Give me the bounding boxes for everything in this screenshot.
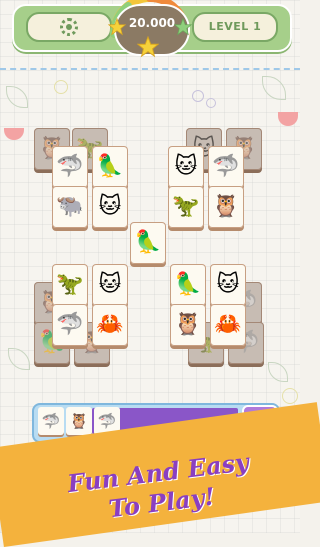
shark-icon: 🦈 xyxy=(97,412,117,430)
tile-8[interactable]: 🐱 xyxy=(168,146,204,188)
owl-icon: 🦉 xyxy=(212,194,240,219)
tile-18[interactable]: 🐱 xyxy=(210,264,246,306)
shark-icon: 🦈 xyxy=(212,154,240,179)
crab-icon: 🦀 xyxy=(214,312,242,337)
tray-slot-2[interactable]: 🦉 xyxy=(66,407,92,435)
tray-slot-1[interactable]: 🦈 xyxy=(38,407,64,435)
tile-12[interactable]: 🦜 xyxy=(130,222,166,264)
tile-16[interactable]: 🦀 xyxy=(92,304,128,346)
tile-2[interactable]: 🦈 xyxy=(52,146,88,188)
lemon-decoration xyxy=(282,388,298,404)
yak-icon: 🐃 xyxy=(56,194,84,219)
tile-11[interactable]: 🦉 xyxy=(208,186,244,228)
tile-9[interactable]: 🦈 xyxy=(208,146,244,188)
parrot-icon: 🦜 xyxy=(174,272,202,297)
level-indicator: LEVEL 1 xyxy=(192,12,278,42)
star-icon xyxy=(108,18,126,36)
lemon-decoration xyxy=(54,80,68,94)
crab-icon: 🦀 xyxy=(96,312,124,337)
tile-17[interactable]: 🦜 xyxy=(170,264,206,306)
cat-icon: 🐱 xyxy=(216,272,240,297)
tile-13[interactable]: 🦖 xyxy=(52,264,88,306)
dinosaur-icon: 🦖 xyxy=(172,194,200,219)
parrot-icon: 🦜 xyxy=(134,230,162,255)
shark-icon: 🦈 xyxy=(56,154,84,179)
owl-icon: 🦉 xyxy=(69,412,89,430)
berry-decoration xyxy=(206,98,216,108)
shark-icon: 🦈 xyxy=(56,312,84,337)
star-icon xyxy=(174,18,192,36)
berry-decoration xyxy=(192,90,204,102)
shark-icon: 🦈 xyxy=(41,412,61,430)
cat-icon: 🐱 xyxy=(98,272,122,297)
tile-14[interactable]: 🐱 xyxy=(92,264,128,306)
owl-icon: 🦉 xyxy=(174,312,202,337)
cat-icon: 🐱 xyxy=(98,194,122,219)
tile-20[interactable]: 🦀 xyxy=(210,304,246,346)
cat-icon: 🐱 xyxy=(174,154,198,179)
gear-icon xyxy=(60,18,78,36)
tile-19[interactable]: 🦉 xyxy=(170,304,206,346)
parrot-icon: 🦜 xyxy=(96,154,124,179)
tile-3[interactable]: 🦜 xyxy=(92,146,128,188)
tile-5[interactable]: 🐱 xyxy=(92,186,128,228)
tile-4[interactable]: 🐃 xyxy=(52,186,88,228)
tile-15[interactable]: 🦈 xyxy=(52,304,88,346)
divider xyxy=(0,68,300,70)
settings-button[interactable] xyxy=(26,12,112,42)
star-icon xyxy=(137,36,159,58)
tile-10[interactable]: 🦖 xyxy=(168,186,204,228)
dinosaur-icon: 🦖 xyxy=(56,272,84,297)
